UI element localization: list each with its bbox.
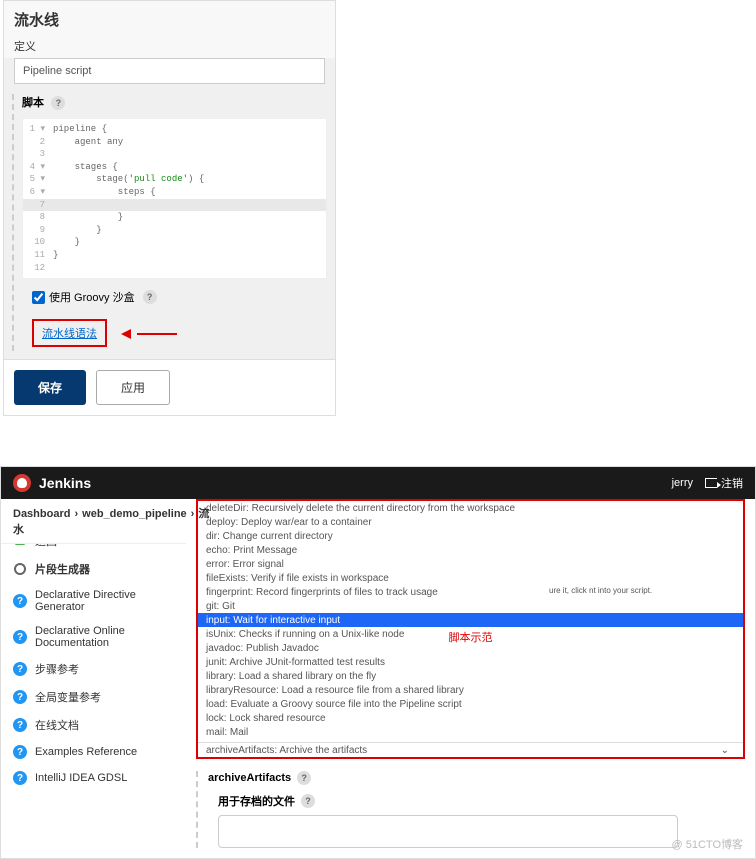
sidebar-item-label: 片段生成器 bbox=[35, 561, 90, 577]
sidebar-item[interactable]: ? IntelliJ IDEA GDSL bbox=[1, 765, 186, 791]
dropdown-option[interactable]: echo: Print Message bbox=[198, 543, 743, 557]
code-line[interactable]: 1 ▾pipeline { bbox=[23, 123, 326, 136]
breadcrumb-item[interactable]: Dashboard bbox=[13, 508, 70, 520]
code-line[interactable]: 8 } bbox=[23, 211, 326, 224]
archive-form: archiveArtifacts ? 用于存档的文件 ? bbox=[196, 771, 745, 848]
step-dropdown-list[interactable]: ure it, click nt into your script. delet… bbox=[196, 499, 745, 759]
save-button[interactable]: 保存 bbox=[14, 370, 86, 405]
jenkins-panel: Jenkins jerry 注销 Dashboard › web_demo_pipe… bbox=[0, 466, 756, 859]
jenkins-header: Jenkins jerry 注销 bbox=[1, 467, 755, 499]
code-line[interactable]: 6 ▾ steps { bbox=[23, 186, 326, 199]
sidebar-item[interactable]: 片段生成器 bbox=[1, 555, 186, 583]
apply-button[interactable]: 应用 bbox=[96, 370, 170, 405]
sidebar-item[interactable]: ? 步骤参考 bbox=[1, 655, 186, 683]
dropdown-option[interactable]: lock: Lock shared resource bbox=[198, 711, 743, 725]
code-line[interactable]: 11} bbox=[23, 249, 326, 262]
gear-icon bbox=[13, 562, 27, 576]
step-name-label: archiveArtifacts ? bbox=[208, 771, 745, 785]
script-area: 脚本 ? 1 ▾pipeline {2 agent any34 ▾ stages… bbox=[12, 94, 327, 351]
sidebar-item[interactable]: ? Declarative Directive Generator bbox=[1, 583, 186, 619]
script-label: 脚本 bbox=[22, 94, 44, 110]
dropdown-option[interactable]: load: Evaluate a Groovy source file into… bbox=[198, 697, 743, 711]
breadcrumb-separator-icon: › bbox=[74, 508, 78, 520]
code-line[interactable]: 5 ▾ stage('pull code') { bbox=[23, 173, 326, 186]
sidebar-item-label: Declarative Online Documentation bbox=[35, 625, 174, 649]
sidebar-item-label: 步骤参考 bbox=[35, 661, 79, 677]
code-line[interactable]: 10 } bbox=[23, 236, 326, 249]
help-icon[interactable]: ? bbox=[51, 96, 65, 110]
dropdown-option[interactable]: mail: Mail bbox=[198, 725, 743, 739]
jenkins-logo-icon bbox=[13, 474, 31, 492]
pipeline-title: 流水线 bbox=[4, 1, 335, 34]
dropdown-selected-footer[interactable]: archiveArtifacts: Archive the artifacts⌄ bbox=[198, 742, 743, 757]
groovy-sandbox-checkbox[interactable] bbox=[32, 291, 45, 304]
sidebar-item[interactable]: ? 全局变量参考 bbox=[1, 683, 186, 711]
sidebar-item-label: 全局变量参考 bbox=[35, 689, 101, 705]
sidebar-item-label: 在线文档 bbox=[35, 717, 79, 733]
code-line[interactable]: 7 bbox=[23, 199, 326, 212]
code-line[interactable]: 12 bbox=[23, 262, 326, 275]
file-label: 用于存档的文件 ? bbox=[218, 793, 745, 809]
help-circle-icon: ? bbox=[13, 594, 27, 608]
sidebar-item[interactable]: ? Examples Reference bbox=[1, 739, 186, 765]
code-line[interactable]: 9 } bbox=[23, 224, 326, 237]
help-circle-icon: ? bbox=[13, 718, 27, 732]
definition-dropdown[interactable]: Pipeline script bbox=[14, 58, 325, 84]
watermark: @ 51CTO博客 bbox=[672, 836, 743, 852]
button-row: 保存 应用 bbox=[4, 359, 335, 415]
chevron-down-icon: ⌄ bbox=[721, 745, 735, 756]
sidebar-item[interactable]: ? 在线文档 bbox=[1, 711, 186, 739]
help-circle-icon: ? bbox=[13, 745, 27, 759]
dropdown-option[interactable]: junit: Archive JUnit-formatted test resu… bbox=[198, 655, 743, 669]
user-name[interactable]: jerry bbox=[672, 477, 693, 489]
sidebar-item-label: IntelliJ IDEA GDSL bbox=[35, 772, 127, 784]
jenkins-body: Dashboard›web_demo_pipeline›流水 返回片段生成器?D… bbox=[1, 499, 755, 858]
definition-label: 定义 bbox=[4, 34, 335, 58]
code-line[interactable]: 4 ▾ stages { bbox=[23, 161, 326, 174]
logout-link[interactable]: 注销 bbox=[721, 475, 743, 491]
logout-icon bbox=[705, 478, 717, 488]
code-line[interactable]: 2 agent any bbox=[23, 136, 326, 149]
header-right: jerry 注销 bbox=[672, 475, 743, 491]
dropdown-option[interactable]: deleteDir: Recursively delete the curren… bbox=[198, 501, 743, 515]
help-text-truncated: ure it, click nt into your script. bbox=[549, 586, 739, 596]
help-icon[interactable]: ? bbox=[301, 794, 315, 808]
help-circle-icon: ? bbox=[13, 662, 27, 676]
main-area: ure it, click nt into your script. delet… bbox=[186, 499, 755, 858]
code-line[interactable]: 3 bbox=[23, 148, 326, 161]
help-icon[interactable]: ? bbox=[143, 290, 157, 304]
help-circle-icon: ? bbox=[13, 690, 27, 704]
sidebar-item[interactable]: ? Declarative Online Documentation bbox=[1, 619, 186, 655]
dropdown-option[interactable]: fileExists: Verify if file exists in wor… bbox=[198, 571, 743, 585]
code-editor[interactable]: 1 ▾pipeline {2 agent any34 ▾ stages {5 ▾… bbox=[22, 118, 327, 279]
groovy-sandbox-label: 使用 Groovy 沙盒 bbox=[49, 289, 135, 305]
help-icon[interactable]: ? bbox=[297, 771, 311, 785]
archive-files-input[interactable] bbox=[218, 815, 678, 848]
syntax-link-box: 流水线语法 bbox=[32, 319, 107, 347]
pipeline-syntax-link[interactable]: 流水线语法 bbox=[42, 328, 97, 340]
dropdown-option[interactable]: libraryResource: Load a resource file fr… bbox=[198, 683, 743, 697]
help-circle-icon: ? bbox=[13, 771, 27, 785]
dropdown-option[interactable]: dir: Change current directory bbox=[198, 529, 743, 543]
dropdown-option[interactable]: library: Load a shared library on the fl… bbox=[198, 669, 743, 683]
dropdown-option[interactable]: input: Wait for interactive input bbox=[198, 613, 743, 627]
dropdown-option[interactable]: error: Error signal bbox=[198, 557, 743, 571]
help-circle-icon: ? bbox=[13, 630, 27, 644]
breadcrumb: Dashboard›web_demo_pipeline›流水 bbox=[1, 499, 186, 544]
breadcrumb-separator-icon: › bbox=[191, 508, 195, 520]
annotation-label: 脚本示范 bbox=[449, 629, 493, 645]
breadcrumb-item[interactable]: web_demo_pipeline bbox=[82, 508, 187, 520]
sidebar-item-label: Declarative Directive Generator bbox=[35, 589, 174, 613]
jenkins-title[interactable]: Jenkins bbox=[39, 475, 672, 491]
sidebar-item-label: Examples Reference bbox=[35, 746, 137, 758]
sidebar: 返回片段生成器?Declarative Directive Generator?… bbox=[1, 499, 186, 858]
dropdown-option[interactable]: deploy: Deploy war/ear to a container bbox=[198, 515, 743, 529]
red-arrow-icon bbox=[127, 326, 177, 340]
pipeline-config-panel: 流水线 定义 Pipeline script 脚本 ? 1 ▾pipeline … bbox=[3, 0, 336, 416]
dropdown-option[interactable]: git: Git bbox=[198, 599, 743, 613]
groovy-sandbox-row: 使用 Groovy 沙盒 ? bbox=[32, 289, 317, 305]
